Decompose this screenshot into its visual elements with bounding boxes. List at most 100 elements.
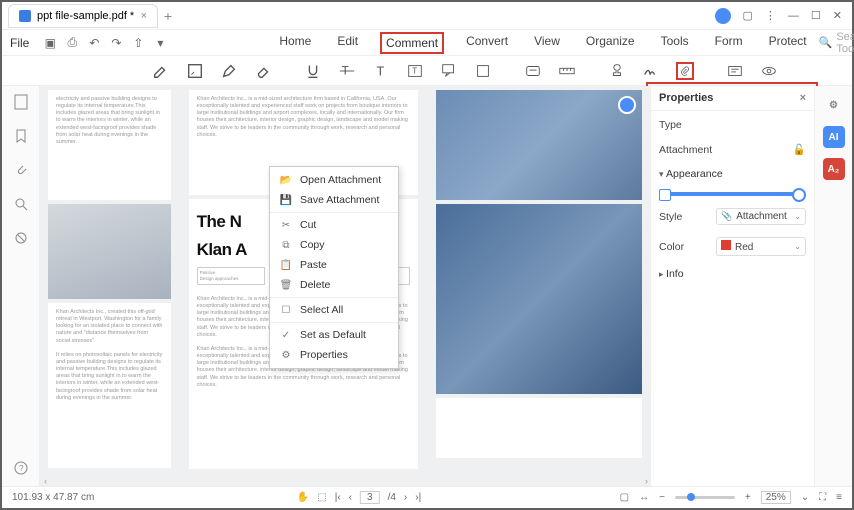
- signature-tool[interactable]: [642, 62, 660, 80]
- menu-cut[interactable]: ✂Cut: [270, 215, 398, 235]
- tab-organize[interactable]: Organize: [582, 32, 639, 54]
- strikethrough-tool[interactable]: T: [338, 62, 356, 80]
- opacity-slider[interactable]: [663, 192, 802, 196]
- menu-icon: ✓: [280, 329, 292, 341]
- close-panel-icon[interactable]: ×: [800, 92, 806, 104]
- menu-icon: ⚙: [280, 349, 292, 361]
- attachment-tool[interactable]: [676, 62, 694, 80]
- new-tab-button[interactable]: +: [158, 8, 178, 24]
- scroll-right-icon[interactable]: ›: [645, 476, 648, 486]
- thumbnails-icon[interactable]: [13, 94, 29, 110]
- prev-page-icon[interactable]: ‹: [349, 492, 352, 503]
- color-label: Color: [659, 241, 684, 253]
- menu-open-attachment[interactable]: 📂Open Attachment: [270, 170, 398, 190]
- kebab-icon[interactable]: ⋮: [765, 9, 776, 22]
- file-menu[interactable]: File: [10, 36, 29, 50]
- tab-edit[interactable]: Edit: [333, 32, 362, 54]
- attachment-badge-icon[interactable]: [618, 96, 636, 114]
- highlighter-tool[interactable]: [152, 62, 170, 80]
- underline-tool[interactable]: [304, 62, 322, 80]
- tab-title: ppt file-sample.pdf *: [37, 10, 134, 22]
- lock-icon[interactable]: 🔓: [793, 143, 806, 156]
- eraser-tool[interactable]: [254, 62, 272, 80]
- attachments-panel-icon[interactable]: [13, 162, 29, 178]
- show-comments-tool[interactable]: [726, 62, 744, 80]
- maximize-button[interactable]: ☐: [811, 9, 821, 22]
- help-icon[interactable]: ?: [13, 460, 29, 476]
- tab-form[interactable]: Form: [711, 32, 747, 54]
- print-icon[interactable]: ⎙: [65, 36, 79, 50]
- zoom-chevron-icon[interactable]: ⌄: [801, 492, 809, 503]
- fit-width-icon[interactable]: ↔: [639, 492, 649, 503]
- menu-properties[interactable]: ⚙Properties: [270, 345, 398, 365]
- sticky-note-tool[interactable]: [524, 62, 542, 80]
- scroll-left-icon[interactable]: ‹: [44, 476, 47, 486]
- svg-text:T: T: [412, 66, 417, 75]
- measure-tool[interactable]: [558, 62, 576, 80]
- close-window-button[interactable]: ✕: [833, 9, 842, 22]
- next-page-icon[interactable]: ›: [404, 492, 407, 503]
- horizontal-scroll[interactable]: ‹ ›: [40, 476, 652, 486]
- layers-icon[interactable]: [13, 230, 29, 246]
- pencil-tool[interactable]: [220, 62, 238, 80]
- search-panel-icon[interactable]: [13, 196, 29, 212]
- zoom-in-icon[interactable]: +: [745, 492, 751, 503]
- menu-copy[interactable]: ⧉Copy: [270, 235, 398, 255]
- headline: The N: [197, 212, 242, 231]
- tab-tools[interactable]: Tools: [657, 32, 693, 54]
- search-tools[interactable]: 🔍 Search Tools: [819, 31, 854, 55]
- close-tab-icon[interactable]: ×: [141, 10, 147, 22]
- bookmarks-icon[interactable]: [13, 128, 29, 144]
- text-tool[interactable]: T: [372, 62, 390, 80]
- page-input[interactable]: 3: [360, 491, 380, 504]
- ai-assistant-icon[interactable]: AI: [823, 126, 845, 148]
- last-page-icon[interactable]: ›|: [415, 492, 421, 503]
- tab-home[interactable]: Home: [275, 32, 315, 54]
- hand-tool-icon[interactable]: ✋: [297, 492, 309, 503]
- menubar: File ▣ ⎙ ↶ ↷ ⇧ ▾ Home Edit Comment Convert V…: [2, 30, 852, 56]
- tab-view[interactable]: View: [530, 32, 564, 54]
- stamp-tool[interactable]: [608, 62, 626, 80]
- undo-icon[interactable]: ↶: [87, 36, 101, 50]
- minimize-button[interactable]: —: [788, 10, 799, 22]
- appearance-section[interactable]: Appearance: [659, 168, 806, 180]
- menu-save-attachment[interactable]: 💾Save Attachment: [270, 190, 398, 210]
- color-dropdown[interactable]: Red⌄: [716, 237, 806, 256]
- menu-set-as-default[interactable]: ✓Set as Default: [270, 325, 398, 345]
- note-tool[interactable]: [474, 62, 492, 80]
- textbox-tool[interactable]: T: [406, 62, 424, 80]
- tab-protect[interactable]: Protect: [765, 32, 811, 54]
- user-avatar[interactable]: [715, 8, 731, 24]
- menu-paste[interactable]: 📋Paste: [270, 255, 398, 275]
- settings-icon[interactable]: ⚙: [823, 94, 845, 116]
- zoom-value[interactable]: 25%: [761, 491, 791, 504]
- translate-icon[interactable]: A₂: [823, 158, 845, 180]
- share-icon[interactable]: ⇧: [131, 36, 145, 50]
- qat-chevron-icon[interactable]: ▾: [153, 36, 167, 50]
- right-sidebar: ⚙ AI A₂: [814, 86, 852, 486]
- save-icon[interactable]: ▣: [43, 36, 57, 50]
- callout-tool[interactable]: [440, 62, 458, 80]
- document-tab[interactable]: ppt file-sample.pdf * ×: [8, 4, 158, 28]
- tab-convert[interactable]: Convert: [462, 32, 512, 54]
- zoom-slider[interactable]: [675, 496, 735, 499]
- fullscreen-icon[interactable]: ⛶: [819, 492, 826, 503]
- titlebar: ppt file-sample.pdf * × + ▢ ⋮ — ☐ ✕: [2, 2, 852, 30]
- style-dropdown[interactable]: 📎Attachment⌄: [716, 208, 806, 225]
- redo-icon[interactable]: ↷: [109, 36, 123, 50]
- zoom-out-icon[interactable]: −: [659, 492, 665, 503]
- hide-comments-tool[interactable]: [760, 62, 778, 80]
- area-highlight-tool[interactable]: [186, 62, 204, 80]
- document-image: [436, 204, 642, 394]
- view-mode-icon[interactable]: ▢: [620, 492, 629, 503]
- document-image: [48, 204, 171, 299]
- menu-delete[interactable]: 🗑Delete: [270, 275, 398, 295]
- tab-comment[interactable]: Comment: [380, 32, 444, 54]
- info-section[interactable]: Info: [659, 268, 806, 280]
- menu-select-all[interactable]: ☐Select All: [270, 300, 398, 320]
- select-tool-icon[interactable]: ⬚: [317, 492, 326, 503]
- reading-mode-icon[interactable]: ≡: [836, 492, 842, 503]
- menu-label: Cut: [300, 219, 316, 231]
- first-page-icon[interactable]: |‹: [335, 492, 341, 503]
- chat-icon[interactable]: ▢: [743, 9, 753, 22]
